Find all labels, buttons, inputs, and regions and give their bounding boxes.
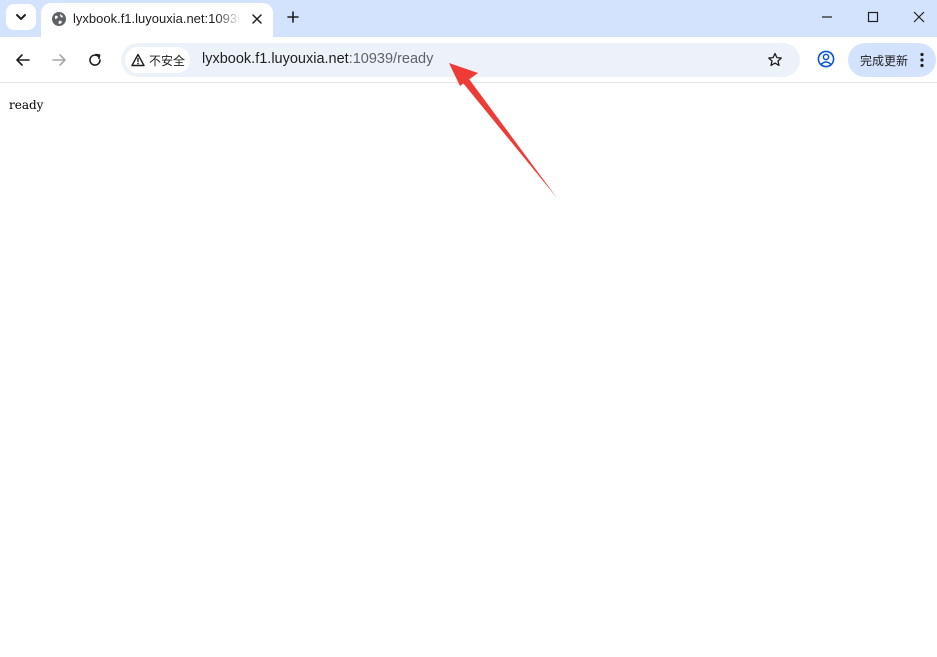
minimize-icon [822, 16, 832, 18]
update-label: 完成更新 [860, 54, 909, 68]
url-text[interactable]: lyxbook.f1.luyouxia.net:10939/ready [202, 51, 433, 67]
more-vert-icon [920, 52, 924, 68]
reload-button[interactable] [82, 47, 108, 73]
reload-icon [89, 53, 101, 66]
menu-button[interactable] [912, 50, 932, 70]
forward-button[interactable] [46, 47, 72, 73]
tab-close-button[interactable] [247, 9, 267, 29]
page-content: ready [0, 84, 937, 657]
security-chip[interactable]: 不安全 [125, 47, 190, 73]
maximize-button[interactable] [862, 6, 884, 28]
tab-search-button[interactable] [6, 4, 36, 30]
url-path: :10939/ready [348, 51, 434, 67]
page-body-text: ready [9, 98, 44, 112]
plus-icon [287, 11, 299, 23]
security-chip-label: 不安全 [149, 53, 186, 68]
tab-active[interactable]: lyxbook.f1.luyouxia.net:10939/ready [41, 3, 273, 37]
tab-title: lyxbook.f1.luyouxia.net:10939/ready [73, 11, 241, 26]
window-close-button[interactable] [908, 6, 930, 28]
warning-icon [131, 53, 145, 67]
url-host: lyxbook.f1.luyouxia.net [202, 51, 349, 67]
back-button[interactable] [10, 47, 36, 73]
new-tab-button[interactable] [282, 6, 304, 28]
update-button[interactable]: 完成更新 [848, 43, 936, 77]
globe-icon [52, 12, 66, 26]
arrow-right-icon [52, 54, 66, 66]
browser-toolbar: 不安全 lyxbook.f1.luyouxia.net:10939/ready … [0, 37, 937, 83]
profile-button[interactable] [815, 48, 837, 70]
close-icon [913, 11, 925, 23]
minimize-button[interactable] [816, 6, 838, 28]
tab-strip: lyxbook.f1.luyouxia.net:10939/ready [0, 0, 937, 37]
arrow-left-icon [16, 54, 30, 66]
close-icon [252, 14, 262, 24]
bookmark-button[interactable] [765, 50, 785, 70]
address-bar[interactable]: 不安全 lyxbook.f1.luyouxia.net:10939/ready [121, 43, 800, 77]
star-icon [768, 52, 782, 67]
chevron-down-icon [16, 14, 26, 20]
maximize-icon [867, 11, 879, 23]
profile-icon [817, 50, 835, 68]
